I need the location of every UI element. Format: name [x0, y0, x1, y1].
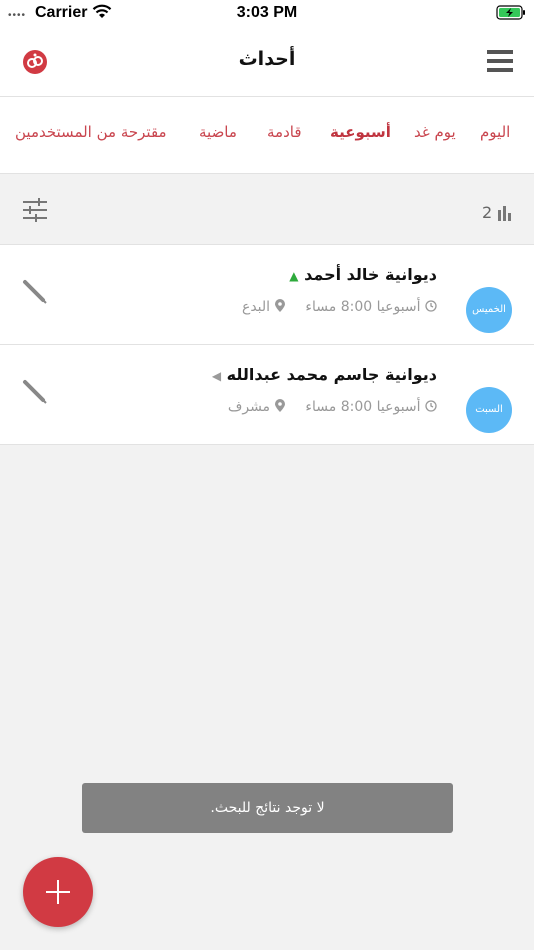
tab-past[interactable]: ماضية: [199, 123, 237, 141]
status-bar: •••• Carrier 3:03 PM: [0, 0, 534, 26]
location-pin-icon: [270, 299, 285, 315]
page-title: أحداث: [238, 48, 296, 70]
results-count: 2: [482, 203, 493, 222]
event-location: مشرف: [227, 399, 271, 415]
sliders-filter-icon[interactable]: [22, 198, 48, 222]
event-row[interactable]: ديوانية خالد أحمد ▲ أسبوعيا 8:00 مساء ال…: [0, 245, 534, 345]
tab-upcoming[interactable]: قادمة: [267, 123, 302, 141]
event-title: ديوانية جاسم محمد عبدالله ◀: [208, 365, 437, 384]
results-toolbar: 2: [0, 175, 534, 245]
trend-neutral-icon: ◀: [211, 369, 222, 383]
day-badge: الخميس: [466, 287, 512, 333]
clock-icon: [421, 299, 437, 315]
event-meta: أسبوعيا 8:00 مساء مشرف: [228, 399, 437, 415]
add-event-button[interactable]: [23, 857, 93, 927]
pencil-edit-icon[interactable]: [22, 279, 48, 305]
event-name: ديوانية خالد أحمد: [304, 265, 437, 284]
event-schedule: أسبوعيا 8:00 مساء: [305, 399, 421, 415]
tab-weekly[interactable]: أسبوعية: [330, 123, 391, 141]
pencil-edit-icon[interactable]: [22, 379, 48, 405]
event-meta: أسبوعيا 8:00 مساء البدع: [242, 299, 437, 315]
clock-icon: [421, 399, 437, 415]
event-schedule: أسبوعيا 8:00 مساء: [305, 299, 421, 315]
no-results-toast: لا توجد نتائج للبحث.: [82, 783, 453, 833]
location-pin-icon: [270, 399, 285, 415]
filter-tabs: اليوم يوم غد أسبوعية قادمة ماضية مقترحة …: [0, 97, 534, 174]
tab-tomorrow[interactable]: يوم غد: [414, 123, 456, 141]
bar-chart-icon: [497, 205, 513, 221]
event-location: البدع: [241, 299, 271, 315]
clock: 3:03 PM: [236, 4, 298, 21]
event-name: ديوانية جاسم محمد عبدالله: [226, 365, 437, 384]
battery-charging-icon: [496, 5, 526, 20]
trend-up-icon: ▲: [289, 269, 299, 283]
event-row[interactable]: ديوانية جاسم محمد عبدالله ◀ أسبوعيا 8:00…: [0, 345, 534, 445]
event-title: ديوانية خالد أحمد ▲: [285, 265, 437, 284]
tab-today[interactable]: اليوم: [480, 123, 510, 141]
hamburger-menu-icon[interactable]: [487, 50, 513, 74]
tab-user-suggested[interactable]: مقترحة من المستخدمين: [15, 123, 167, 141]
nav-header: أحداث: [0, 26, 534, 97]
day-badge: السبت: [466, 387, 512, 433]
